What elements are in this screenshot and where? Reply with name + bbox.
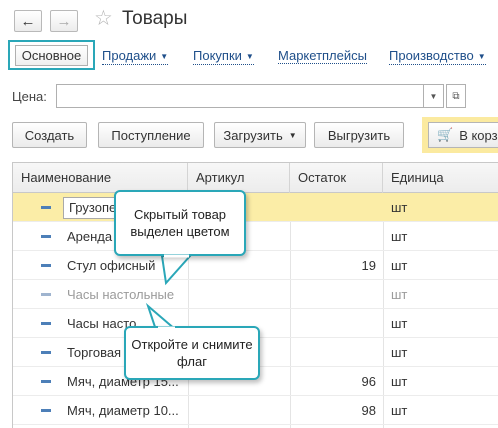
triangle-down-icon: ▼ [477,51,486,61]
cell-unit: шт [391,374,408,389]
cell-stock: 98 [361,403,376,418]
cell-unit: шт [391,316,408,331]
price-dropdown-button[interactable]: ▼ [424,84,444,108]
triangle-down-icon: ▼ [429,91,438,101]
open-window-icon: ⧉ [452,90,460,102]
callout-uncheck-flag: Откройте и снимите флаг [124,326,260,380]
receipt-button[interactable]: Поступление [98,122,204,148]
products-table[interactable]: Наименование Артикул Остаток Единица Гру… [12,162,498,428]
arrow-right-icon: → [56,12,72,30]
item-type-icon [41,380,51,383]
load-button[interactable]: Загрузить ▼ [214,122,306,148]
table-row[interactable]: Аренда шт [13,222,498,251]
cell-stock: 96 [361,374,376,389]
cell-unit: шт [391,345,408,360]
price-input[interactable] [56,84,424,108]
table-row[interactable]: Мяч, диаметр 10... 98 шт [13,396,498,425]
unload-button[interactable]: Выгрузить [314,122,404,148]
item-type-icon [41,409,51,412]
cell-name: Часы настольные [67,287,175,302]
table-row[interactable]: Стул офисный 19 шт [13,251,498,280]
cell-stock [290,309,376,338]
item-type-icon [41,322,51,325]
triangle-down-icon: ▼ [288,130,297,140]
cell-unit: шт [391,287,408,302]
table-row[interactable]: Грузопе шт [13,193,498,222]
price-open-button[interactable]: ⧉ [446,84,466,108]
table-row[interactable]: Часы настольные шт [13,280,498,309]
tab-marketplaces[interactable]: Маркетплейсы [278,49,367,64]
cell-unit: шт [391,403,408,418]
cell-stock [290,338,376,367]
page-title: Товары [122,8,188,29]
cart-icon: 🛒 [437,127,454,142]
tab-main-label: Основное [14,44,89,66]
callout-hidden-item: Скрытый товар выделен цветом [114,190,246,256]
item-type-icon [41,293,51,296]
triangle-down-icon: ▼ [245,51,254,61]
star-icon[interactable]: ☆ [94,8,113,29]
column-stock[interactable]: Остаток [290,163,383,193]
cell-unit: шт [391,229,408,244]
column-unit[interactable]: Единица [383,163,498,193]
create-button[interactable]: Создать [12,122,87,148]
item-type-icon [41,235,51,238]
cell-name: Мяч, диаметр 10... [67,403,179,418]
cell-unit: шт [391,258,408,273]
tab-main[interactable]: Основное [8,40,95,70]
cell-stock [290,280,376,309]
tab-purchases[interactable]: Покупки ▼ [193,49,254,65]
tab-sales[interactable]: Продажи ▼ [102,49,169,65]
tab-production[interactable]: Производство ▼ [389,49,486,65]
arrow-left-icon: ← [20,12,36,30]
item-type-icon [41,206,51,209]
cell-stock: 19 [361,258,376,273]
triangle-down-icon: ▼ [160,51,169,61]
back-button[interactable]: ← [14,10,42,32]
column-name[interactable]: Наименование [13,163,188,193]
table-header: Наименование Артикул Остаток Единица [13,163,498,193]
add-to-cart-button[interactable]: 🛒 В корз [428,122,498,148]
item-type-icon [41,264,51,267]
cell-stock [290,222,376,251]
forward-button[interactable]: → [50,10,78,32]
cell-unit: шт [391,200,408,215]
item-type-icon [41,351,51,354]
price-label: Цена: [12,89,47,104]
cell-stock [290,193,376,222]
column-article[interactable]: Артикул [188,163,290,193]
